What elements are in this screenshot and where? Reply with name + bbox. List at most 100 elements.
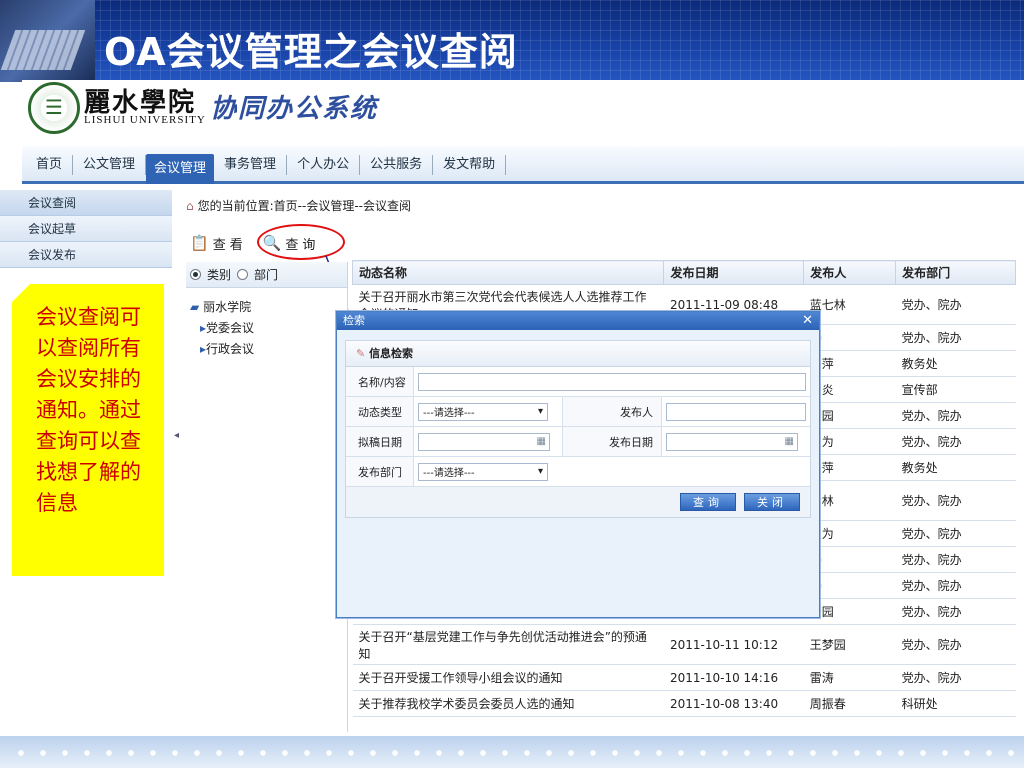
name-content-input[interactable] [418, 372, 806, 391]
radio-category-label: 类别 [207, 268, 232, 282]
banner-corner-image [0, 0, 95, 82]
top-nav: 首页 公文管理 会议管理 事务管理 个人办公 公共服务 发文帮助 [22, 146, 1024, 184]
sidebar-item-meeting-draft[interactable]: 会议起草 [0, 216, 172, 242]
dept-select[interactable]: ---请选择--- ▾ [418, 462, 548, 481]
nav-meetings[interactable]: 会议管理 [146, 154, 215, 184]
breadcrumb: ⌂ 您的当前位置:首页--会议管理--会议查阅 [186, 197, 411, 214]
dept-select-value: ---请选择--- [423, 468, 475, 479]
home-icon: ⌂ [186, 199, 194, 213]
edit-icon: ✎ [356, 347, 366, 360]
calendar-icon[interactable]: ▦ [537, 436, 546, 447]
form-row-name: 名称/内容 [346, 367, 810, 397]
draft-date-input[interactable]: ▦ [418, 432, 550, 451]
cell-dept: 党办、院办 [895, 324, 1016, 351]
table-row[interactable]: 关于召开受援工作领导小组会议的通知 2011-10-10 14:16 雷涛 党办、院办 [352, 664, 1016, 691]
type-select-value: ---请选择--- [423, 408, 475, 419]
cell-dept: 教务处 [895, 350, 1016, 377]
calendar-icon[interactable]: ▦ [785, 436, 794, 447]
cell-date: 2011-10-11 10:12 [663, 624, 804, 665]
name-content-label: 名称/内容 [346, 367, 414, 396]
school-seal-icon [28, 82, 80, 134]
col-header-dept[interactable]: 发布部门 [895, 260, 1016, 285]
cell-dept: 教务处 [895, 454, 1016, 481]
filter-radio-group: 类别 部门 [186, 262, 347, 288]
cell-dept: 党办、院办 [895, 480, 1016, 521]
dialog-form: ✎ 信息检索 名称/内容 动态类型 ---请选择--- ▾ 发布人 拟稿日期 ▦… [345, 340, 811, 518]
nav-home[interactable]: 首页 [26, 155, 74, 175]
cell-dept: 党办、院办 [895, 598, 1016, 625]
dept-label: 发布部门 [346, 457, 414, 486]
cell-dept: 宣传部 [895, 376, 1016, 403]
close-icon[interactable]: ✕ [802, 312, 813, 330]
dialog-titlebar[interactable]: 检索 ✕ [337, 312, 819, 330]
sidebar-item-meeting-view[interactable]: 会议查阅 [0, 190, 172, 216]
cell-publisher: 雷涛 [803, 664, 896, 691]
col-header-date[interactable]: 发布日期 [663, 260, 805, 285]
col-header-name[interactable]: 动态名称 [351, 260, 665, 285]
cell-name[interactable]: 关于推荐我校学术委员会委员人选的通知 [352, 690, 664, 717]
tree-node-admin-meeting[interactable]: ▸行政会议 [186, 340, 347, 357]
dropdown-arrow-icon: ▾ [537, 466, 543, 477]
cell-dept: 党办、院办 [895, 624, 1016, 665]
col-header-publisher[interactable]: 发布人 [803, 260, 897, 285]
view-button-label: 查看 [212, 237, 247, 253]
publish-date-label: 发布日期 [562, 427, 662, 456]
cell-dept: 党办、院办 [895, 572, 1016, 599]
nav-personal[interactable]: 个人办公 [287, 155, 361, 175]
dialog-close-button[interactable]: 关闭 [744, 493, 800, 511]
tree-root-label: 丽水学院 [203, 300, 252, 314]
nav-help[interactable]: 发文帮助 [433, 155, 507, 175]
publish-date-input[interactable]: ▦ [666, 432, 798, 451]
nav-affairs[interactable]: 事务管理 [214, 155, 288, 175]
radio-category[interactable] [190, 269, 201, 280]
slide-title: OA会议管理之会议查阅 [104, 30, 518, 74]
cell-dept: 党办、院办 [895, 402, 1016, 429]
keyboard-image [0, 30, 86, 70]
view-doc-icon: 📋 [190, 234, 209, 252]
cell-name[interactable]: 关于召开“基层党建工作与争先创优活动推进会”的预通知 [352, 624, 664, 665]
publisher-label: 发布人 [562, 397, 662, 426]
cell-dept: 党办、院办 [895, 428, 1016, 455]
table-row[interactable]: 关于推荐我校学术委员会委员人选的通知 2011-10-08 13:40 周振春 科研处 [352, 690, 1016, 717]
publisher-input[interactable] [666, 402, 806, 421]
footer-dots [10, 750, 1014, 756]
app-header: 麗水學院 LISHUI UNIVERSITY 协同办公系统 [22, 80, 1024, 146]
radio-dept[interactable] [237, 269, 249, 280]
collapse-arrow-icon[interactable]: ◂ [174, 430, 180, 444]
cell-name[interactable]: 关于召开受援工作领导小组会议的通知 [352, 664, 664, 691]
draft-date-label: 拟稿日期 [346, 427, 414, 456]
tree-node-label: 行政会议 [206, 342, 255, 356]
type-label: 动态类型 [346, 397, 414, 426]
slide-footer [0, 736, 1024, 768]
table-header-row: 动态名称 发布日期 发布人 发布部门 [351, 260, 1016, 285]
table-row[interactable]: 关于召开“基层党建工作与争先创优活动推进会”的预通知 2011-10-11 10:… [352, 624, 1016, 665]
view-button[interactable]: 📋 查看 [190, 234, 247, 253]
callout-note: 会议查阅可以查阅所有会议安排的通知。通过查询可以查找想了解的信息 [12, 284, 164, 576]
radio-dept-label: 部门 [254, 268, 279, 282]
cell-publisher: 王梦园 [803, 624, 896, 665]
folder-icon: ▰ [190, 300, 200, 314]
dialog-buttons: 查询 关闭 [346, 487, 810, 517]
section-header: ✎ 信息检索 [346, 341, 810, 367]
sidebar-item-meeting-publish[interactable]: 会议发布 [0, 242, 172, 268]
tree-root[interactable]: ▰ 丽水学院 [186, 298, 347, 315]
breadcrumb-text: 您的当前位置:首页--会议管理--会议查阅 [197, 199, 411, 213]
form-row-dept: 发布部门 ---请选择--- ▾ [346, 457, 810, 487]
nav-documents[interactable]: 公文管理 [73, 155, 147, 175]
search-dialog: 检索 ✕ ✎ 信息检索 名称/内容 动态类型 ---请选择--- ▾ 发布人 拟… [336, 311, 820, 618]
cell-date: 2011-10-08 13:40 [663, 690, 804, 717]
section-title: 信息检索 [369, 347, 414, 360]
cell-dept: 党办、院办 [895, 284, 1016, 325]
dropdown-arrow-icon: ▾ [537, 406, 543, 417]
system-name: 协同办公系统 [210, 94, 379, 124]
dialog-search-button[interactable]: 查询 [680, 493, 736, 511]
cell-dept: 党办、院办 [895, 546, 1016, 573]
nav-public-services[interactable]: 公共服务 [360, 155, 434, 175]
type-select[interactable]: ---请选择--- ▾ [418, 402, 548, 421]
dialog-title: 检索 [343, 314, 365, 327]
form-row-type: 动态类型 ---请选择--- ▾ 发布人 [346, 397, 810, 427]
callout-note-text: 会议查阅可以查阅所有会议安排的通知。通过查询可以查找想了解的信息 [36, 305, 141, 515]
tree-node-party-meeting[interactable]: ▸党委会议 [186, 319, 347, 336]
slide-banner: OA会议管理之会议查阅 [0, 0, 1024, 82]
cell-dept: 党办、院办 [895, 664, 1016, 691]
